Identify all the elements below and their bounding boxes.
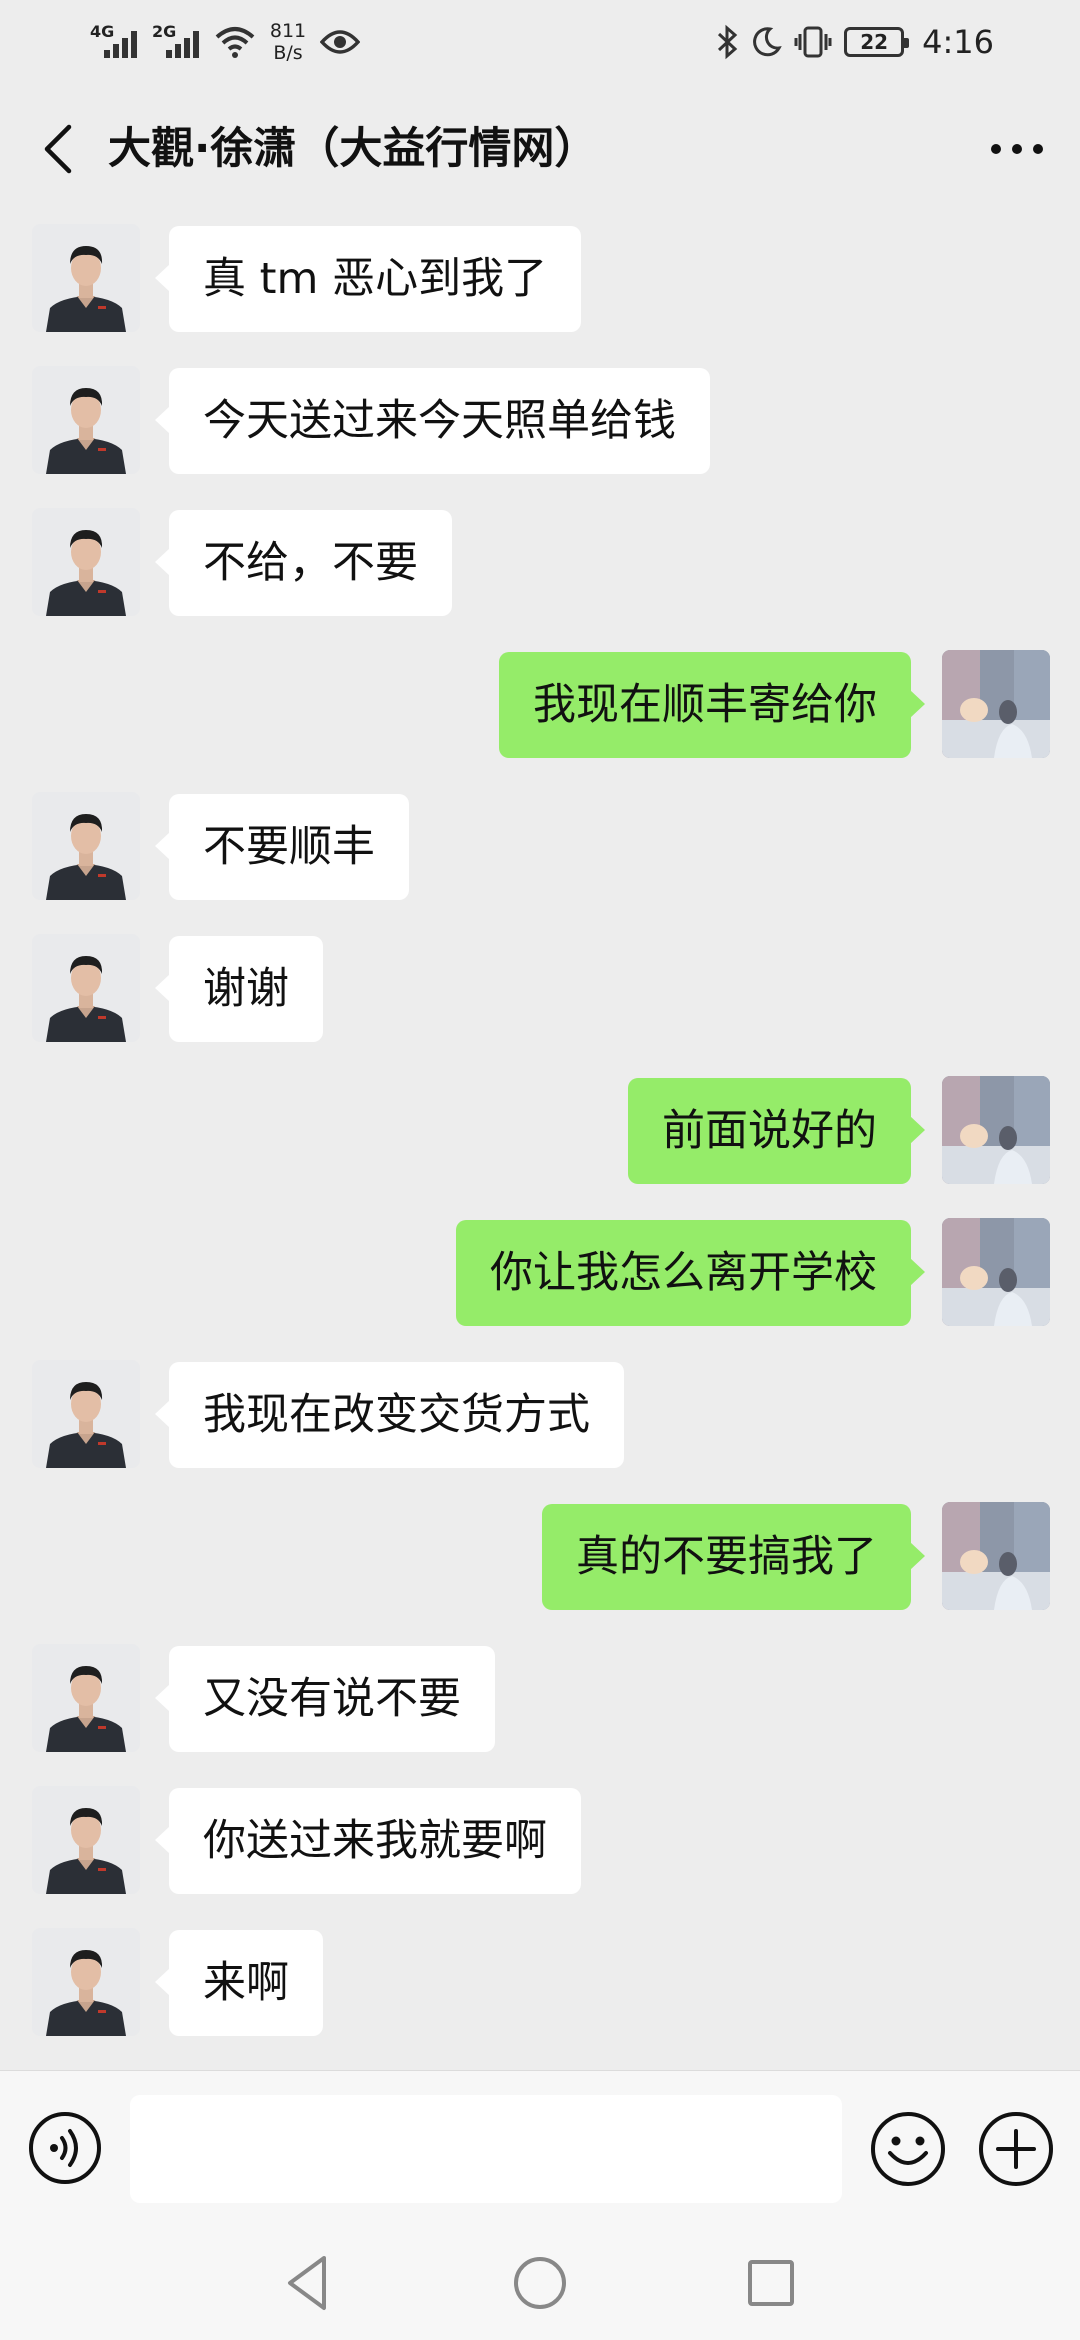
contact-avatar[interactable] — [32, 508, 140, 616]
contact-avatar[interactable] — [32, 224, 140, 332]
network-type-2: 2G — [152, 22, 177, 41]
incoming-message-row: 来啊 — [0, 1924, 1080, 2036]
emoji-button[interactable] — [870, 2111, 946, 2187]
chat-header: 大觀·徐潇（大益行情网） — [0, 84, 1080, 214]
moon-icon — [753, 27, 782, 57]
message-bubble[interactable]: 真的不要搞我了 — [542, 1504, 925, 1610]
signal-icon: 4G — [90, 22, 142, 62]
outgoing-message-row: 我现在顺丰寄给你 — [0, 646, 1080, 758]
message-bubble[interactable]: 你让我怎么离开学校 — [456, 1220, 925, 1326]
battery-level: 22 — [860, 30, 889, 54]
battery-icon: 22 — [844, 27, 910, 57]
chat-screen: 4G 2G 811 B/s 22 4:16 大觀·徐潇（大益行情网） 真 tm … — [0, 0, 1080, 2340]
message-bubble[interactable]: 我现在改变交货方式 — [155, 1362, 624, 1468]
network-type-1: 4G — [90, 22, 115, 41]
emoji-icon — [871, 2112, 945, 2186]
contact-avatar[interactable] — [32, 1644, 140, 1752]
more-dots-icon — [991, 144, 1043, 154]
incoming-message-row: 真 tm 恶心到我了 — [0, 220, 1080, 332]
input-bar — [0, 2070, 1080, 2222]
message-bubble[interactable]: 你送过来我就要啊 — [155, 1788, 581, 1894]
message-bubble[interactable]: 不给，不要 — [155, 510, 452, 616]
incoming-message-row: 谢谢 — [0, 930, 1080, 1042]
nav-home-icon — [514, 2257, 566, 2309]
nav-back-icon — [288, 2256, 326, 2310]
bluetooth-icon — [718, 24, 738, 60]
message-bubble[interactable]: 不要顺丰 — [155, 794, 409, 900]
nav-recent-button[interactable] — [738, 2250, 804, 2316]
outgoing-message-row: 真的不要搞我了 — [0, 1498, 1080, 1610]
nav-home-button[interactable] — [507, 2250, 573, 2316]
incoming-message-row: 你送过来我就要啊 — [0, 1782, 1080, 1894]
back-button[interactable] — [28, 114, 88, 184]
my-avatar[interactable] — [942, 1218, 1050, 1326]
system-nav-bar — [0, 2222, 1080, 2340]
my-avatar[interactable] — [942, 1502, 1050, 1610]
wifi-icon — [215, 27, 255, 58]
contact-avatar[interactable] — [32, 366, 140, 474]
network-speed-value: 811 — [269, 20, 307, 42]
status-bar: 4G 2G 811 B/s 22 4:16 — [0, 0, 1080, 84]
incoming-message-row: 不给，不要 — [0, 504, 1080, 616]
message-bubble[interactable]: 真 tm 恶心到我了 — [154, 226, 582, 332]
contact-avatar[interactable] — [32, 792, 140, 900]
message-list[interactable]: 真 tm 恶心到我了今天送过来今天照单给钱 不给，不要 我现在顺丰寄给你 不要顺丰谢谢… — [0, 214, 1080, 2070]
incoming-message-row: 不要顺丰 — [0, 788, 1080, 900]
status-bar-left: 4G 2G 811 B/s — [90, 0, 360, 84]
message-bubble[interactable]: 又没有说不要 — [155, 1646, 495, 1752]
incoming-message-row: 我现在改变交货方式 — [0, 1356, 1080, 1468]
incoming-message-row: 又没有说不要 — [0, 1640, 1080, 1752]
nav-back-button[interactable] — [276, 2250, 342, 2316]
my-avatar[interactable] — [942, 1076, 1050, 1184]
my-avatar[interactable] — [942, 650, 1050, 758]
network-speed: 811 B/s — [266, 20, 310, 64]
voice-icon — [29, 2112, 101, 2184]
chat-title: 大觀·徐潇（大益行情网） — [108, 124, 598, 174]
message-bubble[interactable]: 来啊 — [155, 1930, 323, 2036]
vibrate-icon — [794, 26, 832, 58]
message-bubble[interactable]: 前面说好的 — [628, 1078, 925, 1184]
contact-avatar[interactable] — [32, 1786, 140, 1894]
incoming-message-row: 今天送过来今天照单给钱 — [0, 362, 1080, 474]
more-options-button[interactable] — [982, 114, 1052, 184]
contact-avatar[interactable] — [32, 1928, 140, 2036]
contact-avatar[interactable] — [32, 934, 140, 1042]
plus-icon — [979, 2112, 1053, 2186]
message-bubble[interactable]: 今天送过来今天照单给钱 — [155, 368, 710, 474]
nav-recent-icon — [748, 2260, 794, 2306]
network-speed-unit: B/s — [273, 42, 303, 64]
voice-button[interactable] — [28, 2111, 102, 2185]
more-functions-button[interactable] — [978, 2111, 1054, 2187]
outgoing-message-row: 你让我怎么离开学校 — [0, 1214, 1080, 1326]
eye-icon — [320, 30, 360, 54]
message-bubble[interactable]: 我现在顺丰寄给你 — [499, 652, 925, 758]
signal-icon: 2G — [152, 22, 204, 62]
status-time: 4:16 — [922, 23, 994, 61]
contact-avatar[interactable] — [32, 1360, 140, 1468]
message-bubble[interactable]: 谢谢 — [155, 936, 323, 1042]
message-input[interactable] — [130, 2095, 842, 2203]
outgoing-message-row: 前面说好的 — [0, 1072, 1080, 1184]
chevron-left-icon — [44, 124, 72, 174]
status-bar-right: 22 4:16 — [716, 0, 994, 84]
